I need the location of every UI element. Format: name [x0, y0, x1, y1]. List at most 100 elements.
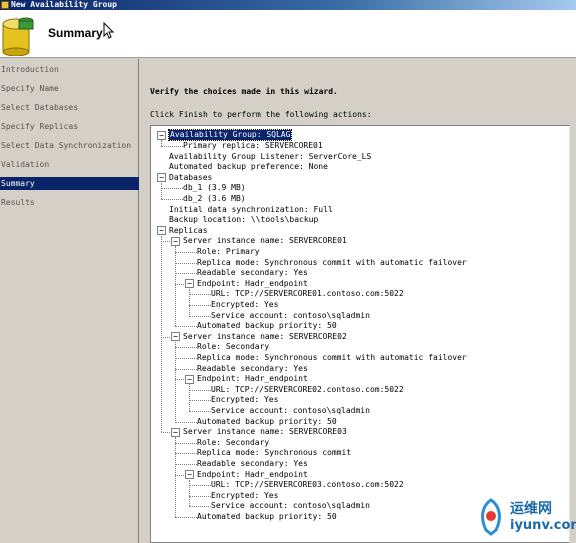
collapse-toggle-icon[interactable]: − — [171, 332, 180, 342]
collapse-toggle-icon[interactable]: − — [157, 130, 166, 140]
tree-node[interactable]: Readable secondary: Yes — [197, 459, 308, 469]
tree-node[interactable]: Service account: contoso\sqladmin — [211, 501, 370, 511]
sidebar-item-specify-name[interactable]: Specify Name — [0, 82, 139, 95]
page-header: Summary — [0, 10, 576, 58]
tree-connector-line — [175, 357, 197, 359]
tree-connector-line — [189, 400, 211, 402]
collapse-toggle-icon[interactable]: − — [157, 226, 166, 236]
tree-connector-line — [175, 474, 184, 476]
tree-node[interactable]: db_2 (3.6 MB) — [183, 194, 246, 204]
tree-connector-line — [175, 421, 197, 423]
tree-node[interactable]: Role: Primary — [197, 247, 260, 257]
tree-connector-line — [175, 437, 176, 517]
tree-node[interactable]: Automated backup priority: 50 — [197, 512, 337, 522]
tree-connector-line — [161, 235, 162, 433]
collapse-toggle-icon[interactable]: − — [157, 173, 166, 183]
sidebar-item-introduction[interactable]: Introduction — [0, 63, 139, 76]
tree-node[interactable]: Encrypted: Yes — [211, 491, 278, 501]
sidebar-item-select-databases[interactable]: Select Databases — [0, 101, 139, 114]
tree-node[interactable]: Backup location: \\tools\backup — [169, 215, 318, 225]
tree-connector-line — [175, 273, 197, 275]
sidebar-item-specify-replicas[interactable]: Specify Replicas — [0, 120, 139, 133]
tree-node[interactable]: URL: TCP://SERVERCORE03.contoso.com:5022 — [211, 480, 404, 490]
sidebar-item-summary[interactable]: Summary — [0, 177, 139, 190]
collapse-toggle-icon[interactable]: − — [185, 470, 194, 479]
tree-node[interactable]: Role: Secondary — [197, 438, 269, 448]
tree-node[interactable]: Availability Group Listener: ServerCore_… — [169, 152, 371, 162]
tree-connector-line — [189, 304, 211, 306]
tree-connector-line — [175, 347, 197, 349]
sidebar-item-select-data-synchronization[interactable]: Select Data Synchronization — [0, 139, 139, 152]
tree-connector-line — [161, 198, 183, 200]
tree-node[interactable]: URL: TCP://SERVERCORE02.contoso.com:5022 — [211, 385, 404, 395]
summary-instruction: Click Finish to perform the following ac… — [150, 110, 372, 119]
tree-node[interactable]: Automated backup priority: 50 — [197, 417, 337, 427]
tree-connector-line — [175, 262, 197, 264]
sidebar-item-results[interactable]: Results — [0, 196, 139, 209]
tree-connector-line — [175, 246, 176, 327]
tree-connector-line — [175, 442, 197, 444]
tree-node[interactable]: Role: Secondary — [197, 342, 269, 352]
tree-node[interactable]: Automated backup priority: 50 — [197, 321, 337, 331]
tree-connector-line — [161, 432, 170, 434]
mouse-cursor-icon — [103, 22, 115, 39]
tree-connector-line — [161, 145, 183, 147]
tree-connector-line — [175, 463, 197, 465]
tree-node[interactable]: db_1 (3.9 MB) — [183, 183, 246, 193]
tree-node[interactable]: Automated backup preference: None — [169, 162, 328, 172]
tree-node[interactable]: Availability Group: SQLAG — [167, 129, 293, 142]
tree-node[interactable]: Endpoint: Hadr_endpoint — [197, 374, 308, 384]
title-bar[interactable]: New Availability Group — [0, 0, 576, 10]
tree-node[interactable]: Service account: contoso\sqladmin — [211, 406, 370, 416]
tree-node[interactable]: Encrypted: Yes — [211, 395, 278, 405]
summary-heading: Verify the choices made in this wizard. — [150, 87, 338, 96]
tree-connector-line — [189, 384, 190, 411]
tree-node[interactable]: Server instance name: SERVERCORE02 — [183, 332, 347, 342]
tree-connector-line — [189, 485, 211, 487]
collapse-toggle-icon[interactable]: − — [185, 374, 194, 384]
tree-node[interactable]: URL: TCP://SERVERCORE01.contoso.com:5022 — [211, 289, 404, 299]
tree-connector-line — [175, 251, 197, 253]
summary-tree[interactable]: − Availability Group: SQLAG Primary replic… — [150, 125, 570, 543]
tree-connector-line — [175, 283, 184, 285]
watermark-url: iyunv.com — [510, 518, 576, 533]
collapse-toggle-icon[interactable]: − — [171, 236, 180, 246]
tree-connector-line — [189, 315, 211, 317]
tree-node[interactable]: Encrypted: Yes — [211, 300, 278, 310]
window-title: New Availability Group — [11, 0, 117, 9]
database-icon — [2, 17, 34, 56]
tree-node[interactable]: Initial data synchronization: Full — [169, 205, 333, 215]
watermark-brand: 运维网 — [510, 501, 552, 517]
tree-node[interactable]: Replica mode: Synchronous commit with au… — [197, 353, 467, 363]
tree-node[interactable]: Server instance name: SERVERCORE01 — [183, 236, 347, 246]
tree-node[interactable]: Endpoint: Hadr_endpoint — [197, 279, 308, 289]
tree-node[interactable]: Replica mode: Synchronous commit with au… — [197, 258, 467, 268]
tree-connector-line — [161, 188, 183, 190]
tree-connector-line — [189, 410, 211, 412]
tree-node[interactable]: Primary replica: SERVERCORE01 — [183, 141, 323, 151]
page-title: Summary — [48, 26, 103, 40]
tree-node[interactable]: Endpoint: Hadr_endpoint — [197, 470, 308, 480]
collapse-toggle-icon[interactable]: − — [171, 427, 180, 437]
tree-node[interactable]: Readable secondary: Yes — [197, 268, 308, 278]
tree-connector-line — [189, 288, 190, 316]
tree-connector-line — [161, 336, 170, 338]
tree-node[interactable]: Service account: contoso\sqladmin — [211, 311, 370, 321]
tree-connector-line — [189, 389, 211, 391]
tree-connector-line — [161, 241, 170, 243]
tree-connector-line — [189, 506, 211, 508]
tree-node[interactable]: Replicas — [169, 226, 208, 236]
tree-connector-line — [189, 479, 190, 507]
window-icon — [1, 1, 9, 9]
tree-node[interactable]: Databases — [169, 173, 212, 183]
tree-node[interactable]: Readable secondary: Yes — [197, 364, 308, 374]
tree-connector-line — [175, 341, 176, 422]
sidebar-item-validation[interactable]: Validation — [0, 158, 139, 171]
tree-node[interactable]: Server instance name: SERVERCORE03 — [183, 427, 347, 437]
tree-connector-line — [161, 182, 162, 199]
collapse-toggle-icon[interactable]: − — [185, 279, 194, 289]
wizard-steps-sidebar: Introduction Specify Name Select Databas… — [0, 59, 139, 543]
tree-node[interactable]: Replica mode: Synchronous commit — [197, 448, 351, 458]
tree-connector-line — [175, 516, 197, 518]
tree-connector-line — [175, 326, 197, 328]
